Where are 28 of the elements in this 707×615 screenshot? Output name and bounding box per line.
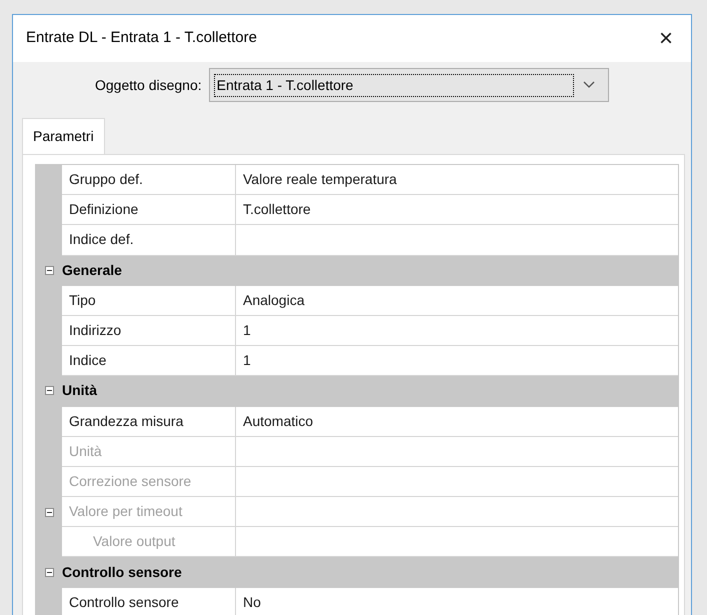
property-name-cell: Valore per timeout: [62, 497, 236, 528]
category-label[interactable]: Generale: [62, 260, 122, 281]
property-name-cell: Correzione sensore: [62, 466, 236, 498]
property-name-cell: Definizione: [62, 195, 236, 226]
property-name-cell: Controllo sensore: [62, 588, 236, 615]
collapse-icon[interactable]: [44, 386, 54, 396]
property-name-cell: Grandezza misura: [62, 406, 236, 437]
property-name-cell: Indirizzo: [62, 316, 236, 346]
property-name-cell: Valore output: [62, 527, 236, 558]
field-label: Oggetto disegno:: [95, 76, 202, 95]
property-name-cell: Indice def.: [62, 225, 236, 256]
category-row[interactable]: Generale: [36, 256, 678, 286]
property-name-cell: Gruppo def.: [62, 165, 236, 196]
property-name-cell: Tipo: [62, 286, 236, 316]
category-label[interactable]: Unità: [62, 380, 97, 402]
collapse-icon[interactable]: [44, 568, 54, 577]
property-name-cell: Indice: [62, 346, 236, 376]
property-value-cell[interactable]: Automatico: [236, 406, 678, 437]
close-button[interactable]: ×: [651, 24, 681, 54]
object-dropdown[interactable]: Entrata 1 - T.collettore: [208, 68, 609, 102]
tab[interactable]: Parametri: [22, 118, 105, 154]
category-label[interactable]: Controllo sensore: [62, 562, 182, 583]
window-title: Entrate DL - Entrata 1 - T.collettore: [26, 28, 257, 48]
category-row[interactable]: Unità: [36, 376, 678, 406]
property-name-cell: Unità: [62, 436, 236, 467]
category-row[interactable]: Controllo sensore: [36, 557, 678, 588]
collapse-icon[interactable]: [44, 266, 54, 275]
chevron-down-icon: [582, 81, 595, 89]
